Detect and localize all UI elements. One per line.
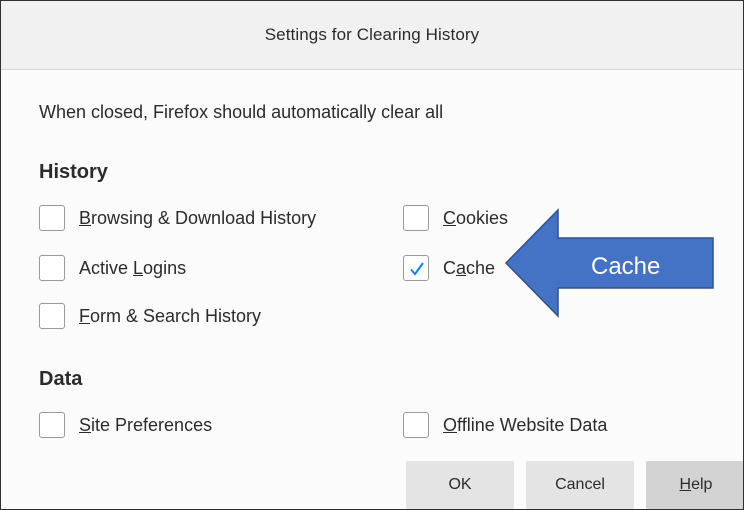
checkbox-form-search-history[interactable]: Form & Search History	[39, 301, 261, 331]
checkbox-box[interactable]	[39, 205, 65, 231]
checkbox-cache[interactable]: Cache	[403, 253, 495, 283]
callout-label: Cache	[591, 253, 661, 280]
help-label-rest: elp	[691, 476, 713, 493]
checkbox-label: Offline Website Data	[443, 414, 608, 435]
checkbox-site-preferences[interactable]: Site Preferences	[39, 410, 212, 440]
help-button[interactable]: Help	[646, 461, 743, 509]
dialog-title: Settings for Clearing History	[264, 25, 480, 44]
checkbox-label: Active Logins	[79, 257, 187, 278]
clear-history-dialog: Settings for Clearing History When close…	[0, 0, 744, 510]
checkbox-label: Site Preferences	[79, 414, 213, 435]
checkmark-icon	[410, 262, 424, 276]
checkbox-box[interactable]	[39, 412, 65, 438]
checkbox-box[interactable]	[39, 255, 65, 281]
cancel-button[interactable]: Cancel	[526, 461, 634, 509]
checkbox-active-logins[interactable]: Active Logins	[39, 253, 186, 283]
data-heading: Data	[39, 368, 83, 390]
checkbox-box[interactable]	[403, 412, 429, 438]
checkbox-label: Form & Search History	[79, 305, 262, 326]
checkbox-box[interactable]	[403, 255, 429, 281]
dialog-description: When closed, Firefox should automaticall…	[39, 102, 444, 122]
checkbox-cookies[interactable]: Cookies	[403, 203, 508, 233]
checkbox-box[interactable]	[403, 205, 429, 231]
checkbox-browsing-download-history[interactable]: Browsing & Download History	[39, 203, 316, 233]
dialog-titlebar: Settings for Clearing History	[1, 1, 743, 70]
history-heading: History	[39, 161, 108, 183]
checkbox-label: Cache	[443, 257, 496, 278]
ok-button[interactable]: OK	[406, 461, 514, 509]
checkbox-label: Cookies	[443, 207, 509, 228]
checkbox-offline-website-data[interactable]: Offline Website Data	[403, 410, 607, 440]
checkbox-box[interactable]	[39, 303, 65, 329]
checkbox-label: Browsing & Download History	[79, 207, 317, 228]
help-mnemonic: H	[679, 476, 692, 493]
